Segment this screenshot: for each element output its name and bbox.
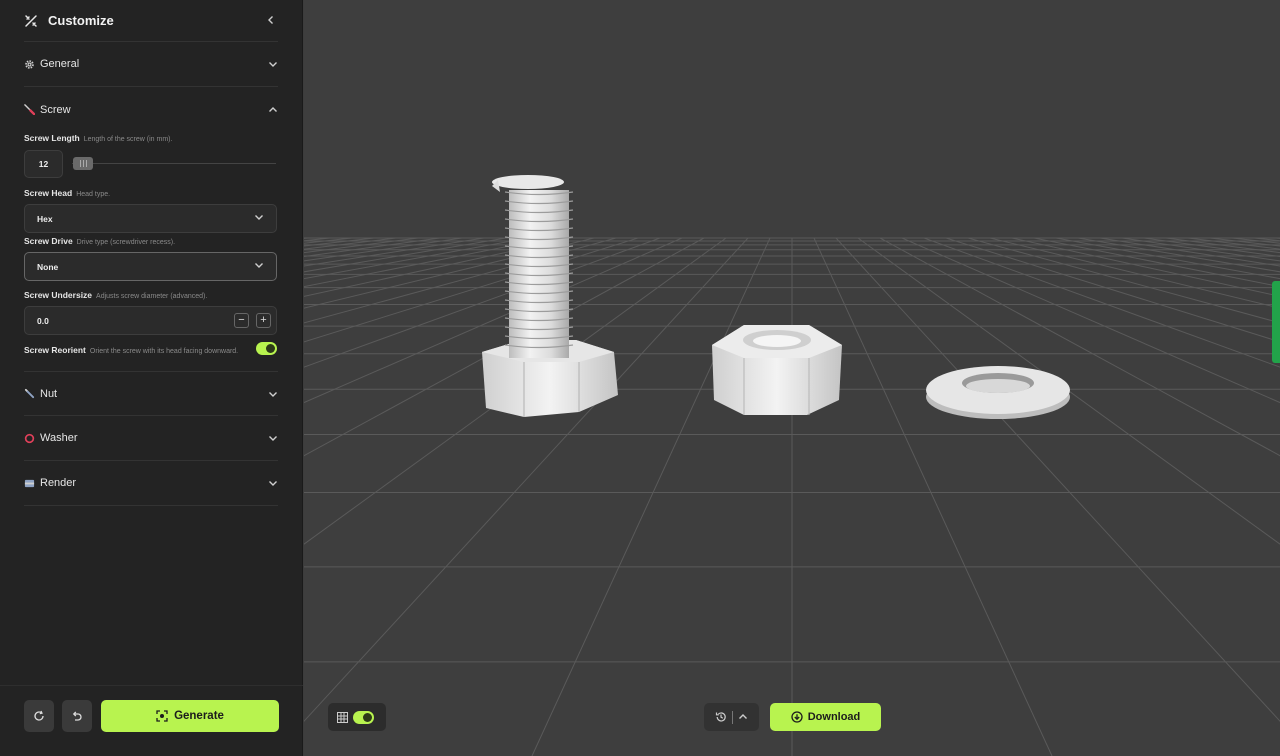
section-screw[interactable]: Screw: [24, 87, 278, 132]
screw-drive-title: Screw Drive: [24, 236, 73, 246]
screw-undersize-value[interactable]: 0.0: [37, 316, 227, 326]
ring-icon: [24, 433, 35, 444]
history-controls: [704, 703, 759, 731]
section-general[interactable]: General: [24, 42, 278, 87]
screw-length-input[interactable]: 12: [24, 150, 63, 178]
screw-head-value: Hex: [37, 213, 53, 224]
screw-undersize-hint: Adjusts screw diameter (advanced).: [96, 293, 208, 300]
generate-label: Generate: [174, 710, 224, 722]
section-render[interactable]: Render: [24, 461, 278, 506]
screw-length-title: Screw Length: [24, 133, 80, 143]
chevron-up-icon: [268, 105, 278, 115]
screw-reorient-hint: Orient the screw with its head facing do…: [89, 348, 239, 355]
customize-icon: [24, 14, 38, 28]
chevron-down-icon: [268, 389, 278, 399]
generate-icon: [156, 710, 168, 722]
section-washer-label: Washer: [40, 432, 78, 444]
screw-drive-value: None: [37, 261, 59, 272]
chevron-down-icon: [268, 478, 278, 488]
screw-reorient-label: Screw Reorient Orient the screw with its …: [24, 345, 238, 355]
download-button[interactable]: Download: [770, 703, 881, 731]
grid-icon: [337, 711, 348, 723]
screw-head-label: Screw Head Head type.: [24, 188, 110, 198]
washer-model: [926, 366, 1070, 419]
screw-drive-hint: Drive type (screwdriver recess).: [76, 239, 176, 246]
section-washer[interactable]: Washer: [24, 416, 278, 461]
chevron-down-icon: [268, 59, 278, 69]
screw-reorient-toggle[interactable]: [256, 342, 277, 355]
screw-drive-select[interactable]: None: [24, 252, 277, 281]
grid-toggle[interactable]: [353, 710, 374, 724]
reset-button[interactable]: [24, 700, 54, 732]
undo-icon: [71, 710, 83, 722]
generate-button[interactable]: Generate: [101, 700, 279, 732]
increment-button[interactable]: +: [256, 313, 271, 328]
section-render-label: Render: [40, 477, 77, 489]
screw-length-slider-track[interactable]: [72, 163, 276, 164]
section-screw-label: Screw: [40, 103, 71, 116]
wrench-icon: [24, 388, 35, 399]
sidebar-header: Customize: [24, 0, 278, 42]
screw-length-hint: Length of the screw (in mm).: [83, 136, 173, 143]
screw-undersize-title: Screw Undersize: [24, 290, 93, 300]
screw-undersize-stepper[interactable]: 0.0 − +: [24, 306, 277, 335]
history-icon[interactable]: [715, 711, 727, 723]
grid-toggle-group: [328, 703, 386, 731]
screw-reorient-title: Screw Reorient: [24, 345, 86, 355]
render-icon: [24, 478, 35, 489]
chevron-down-icon: [268, 433, 278, 443]
scene-canvas[interactable]: [304, 0, 1280, 756]
download-label: Download: [807, 711, 861, 723]
section-nut[interactable]: Nut: [24, 371, 278, 416]
decrement-button[interactable]: −: [234, 313, 249, 328]
screw-undersize-label: Screw Undersize Adjusts screw diameter (a…: [24, 290, 207, 300]
gear-icon: [24, 59, 35, 70]
sidebar-title: Customize: [48, 13, 114, 28]
customize-sidebar: Customize General Screw Screw Length Leng…: [0, 0, 303, 756]
screw-head-hint: Head type.: [76, 191, 111, 198]
download-icon: [791, 711, 803, 723]
screw-drive-label: Screw Drive Drive type (screwdriver reces…: [24, 236, 175, 246]
divider: [732, 710, 733, 724]
chevron-down-icon: [254, 212, 264, 225]
screw-length-label: Screw Length Length of the screw (in mm).: [24, 133, 172, 143]
chevron-up-icon[interactable]: [738, 712, 748, 722]
chevron-left-icon[interactable]: [264, 14, 278, 28]
nut-model: [712, 325, 842, 415]
screw-head-select[interactable]: Hex: [24, 204, 277, 233]
floor-grid: [304, 237, 1280, 756]
section-nut-label: Nut: [40, 387, 58, 400]
undo-button[interactable]: [62, 700, 92, 732]
reset-icon: [33, 710, 45, 722]
screwdriver-icon: [24, 104, 35, 115]
chevron-down-icon: [254, 260, 264, 273]
3d-viewport[interactable]: [304, 0, 1280, 756]
side-panel-tab[interactable]: [1272, 281, 1280, 363]
screw-length-slider-handle[interactable]: [73, 157, 93, 170]
screw-head-title: Screw Head: [24, 188, 73, 198]
section-general-label: General: [40, 58, 80, 70]
